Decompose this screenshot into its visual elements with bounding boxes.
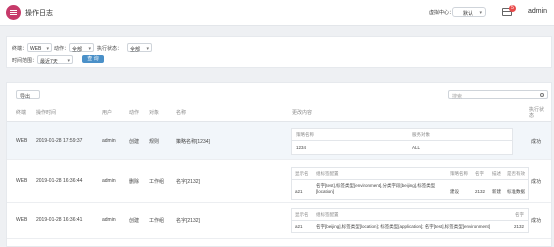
export-label: 导出 xyxy=(20,94,31,100)
column-header-status[interactable]: 执行状态 xyxy=(529,107,545,119)
log-table-panel: 导出 搜索 终端 操作时间 用户 动作 对象 名称 更改内容 执行状态 WEB … xyxy=(6,82,552,247)
query-button[interactable]: 查 询 xyxy=(82,55,104,63)
cell-name: 策略名称[1234] xyxy=(176,139,210,145)
detail-header: 名字 xyxy=(475,171,484,176)
detail-value: 名字[beijing],标签类型[location]; 标签类型[applica… xyxy=(316,224,491,229)
status-value: 全部 xyxy=(130,47,141,53)
cell-terminal: WEB xyxy=(16,178,28,184)
column-header-user[interactable]: 用户 xyxy=(102,109,112,116)
action-select[interactable]: 全部 ▾ xyxy=(69,43,94,53)
action-value: 全部 xyxy=(72,47,83,53)
column-header-action[interactable]: 动作 xyxy=(129,109,139,116)
cell-user: admin xyxy=(102,138,116,144)
detail-value: ALL xyxy=(412,145,421,150)
detail-value: 2132 xyxy=(475,189,486,194)
cell-object: 规则 xyxy=(149,139,160,145)
table-row[interactable]: WEB 2019-01-28 16:36:41 admin 创建 工作组 名字[… xyxy=(7,203,551,237)
terminal-label: 终端： xyxy=(12,46,28,52)
detail-header: 组标签配置 xyxy=(316,212,339,217)
search-placeholder: 搜索 xyxy=(452,94,463,100)
cell-status: 成功 xyxy=(531,179,542,185)
cell-time: 2019-01-28 16:36:44 xyxy=(36,178,83,184)
action-label: 动作： xyxy=(54,46,70,52)
table-row[interactable]: WEB 2019-01-28 17:59:37 admin 创建 规则 策略名称… xyxy=(7,122,551,159)
env-select-value: 默认 xyxy=(463,11,474,17)
column-header-object[interactable]: 对象 xyxy=(149,109,159,116)
terminal-value: WEB xyxy=(30,46,42,52)
cell-time: 2019-01-28 16:36:41 xyxy=(36,217,83,223)
detail-header: 组标签配置 xyxy=(316,171,339,176)
detail-value: 建设 xyxy=(450,189,459,194)
cell-action: 创建 xyxy=(129,139,140,145)
filter-panel: 终端： WEB ▾ 动作： 全部 ▾ 执行状态： 全部 ▾ 时间范围： 最近7天 ▾ 查… xyxy=(6,36,552,68)
detail-value: 2132 xyxy=(514,224,525,229)
cell-time: 2019-01-28 17:59:37 xyxy=(36,138,83,144)
cell-terminal: WEB xyxy=(16,217,28,223)
chevron-down-icon: ▾ xyxy=(67,58,70,64)
cell-name: 名字[2132] xyxy=(176,218,200,224)
chevron-down-icon: ▾ xyxy=(146,46,149,52)
export-button[interactable]: 导出 xyxy=(16,90,40,100)
search-icon[interactable] xyxy=(540,93,544,97)
detail-header: 显示名 xyxy=(295,212,309,217)
detail-value: 名字[test],标签类型[environment],分类字段[beijing]… xyxy=(316,183,436,194)
user-menu[interactable]: admin xyxy=(528,8,547,15)
detail-header: 策略名称 xyxy=(296,132,314,137)
cell-user: admin xyxy=(102,178,116,184)
detail-divider xyxy=(292,220,528,221)
cell-user: admin xyxy=(102,217,116,223)
terminal-select[interactable]: WEB ▾ xyxy=(27,43,52,52)
status-label: 执行状态： xyxy=(97,46,123,52)
chevron-down-icon: ▾ xyxy=(88,46,91,52)
detail-header: 描述 xyxy=(492,171,501,176)
change-detail-table: 显示名 组标签配置 名字 a21 名字[beijing],标签类型[locati… xyxy=(291,208,529,233)
cell-object: 工作组 xyxy=(149,218,165,224)
detail-divider xyxy=(292,179,528,180)
detail-divider xyxy=(292,140,512,141)
detail-value: 标准数据 xyxy=(507,189,525,194)
cell-action: 创建 xyxy=(129,218,140,224)
time-label: 时间范围： xyxy=(12,58,38,64)
column-header-name[interactable]: 名称 xyxy=(176,109,186,116)
column-header-terminal[interactable]: 终端 xyxy=(16,109,26,116)
detail-header: 服务对象 xyxy=(412,132,430,137)
cell-status: 成功 xyxy=(531,139,542,145)
detail-value: 新建 xyxy=(492,189,501,194)
detail-header: 显示名 xyxy=(295,171,309,176)
change-detail-table: 显示名 组标签配置 策略名称 名字 描述 是否有效 a21 名字[test],标… xyxy=(291,167,529,200)
cell-status: 成功 xyxy=(531,218,542,224)
row-divider xyxy=(7,238,551,239)
time-range-select[interactable]: 最近7天 ▾ xyxy=(37,55,73,65)
detail-header: 是否有效 xyxy=(507,171,525,176)
column-header-changes[interactable]: 更改内容 xyxy=(292,109,312,116)
detail-header: 策略名称 xyxy=(450,171,468,176)
detail-value: 1234 xyxy=(296,145,307,150)
cell-terminal: WEB xyxy=(16,138,28,144)
env-select[interactable]: 默认 xyxy=(452,7,486,17)
detail-value: a21 xyxy=(295,189,303,194)
status-select[interactable]: 全部 ▾ xyxy=(127,43,152,53)
chevron-down-icon: ▾ xyxy=(46,46,49,52)
page-title: 操作日志 xyxy=(25,10,53,17)
column-header-time[interactable]: 操作时间 xyxy=(36,109,56,116)
menu-logo-icon[interactable] xyxy=(6,5,21,20)
cell-name: 名字[2132] xyxy=(176,179,200,185)
notification-badge: 5 xyxy=(509,5,516,12)
detail-header: 名字 xyxy=(515,212,524,217)
env-label: 虚拟中心： xyxy=(429,10,455,16)
top-header: 操作日志 虚拟中心： 默认 5 admin xyxy=(0,0,554,26)
cell-action: 删除 xyxy=(129,179,140,185)
cell-object: 工作组 xyxy=(149,179,165,185)
detail-value: a21 xyxy=(295,224,303,229)
change-detail-table: 策略名称 服务对象 1234 ALL xyxy=(291,128,513,155)
time-value: 最近7天 xyxy=(40,59,58,65)
table-row[interactable]: WEB 2019-01-28 16:36:44 admin 删除 工作组 名字[… xyxy=(7,160,551,202)
search-input[interactable]: 搜索 xyxy=(448,90,548,100)
